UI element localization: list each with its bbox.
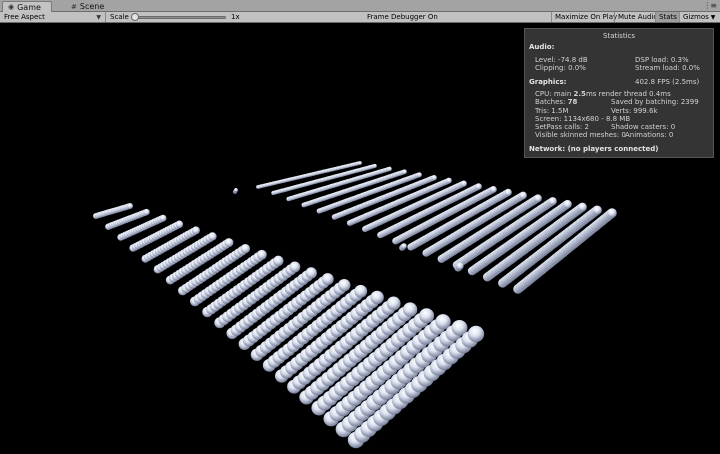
visible-skinned-meshes: Visible skinned meshes: 0 [535, 131, 626, 139]
tab-strip: ◉ Game # Scene ⋮≡ [0, 0, 720, 12]
tab-game[interactable]: ◉ Game [2, 1, 52, 12]
tab-scene-label: Scene [79, 2, 105, 11]
sphere [402, 302, 418, 317]
scale-label: Scale [110, 13, 129, 21]
stats-label: Stats [659, 13, 677, 21]
batches-value: 78 [567, 98, 578, 106]
stream-load: Stream load: 0.0% [635, 64, 700, 72]
stats-button[interactable]: Stats [655, 12, 680, 22]
scene-grid-icon: # [71, 2, 77, 11]
scale-value: 1x [231, 13, 240, 21]
sphere [519, 191, 527, 200]
aspect-dropdown[interactable]: Free Aspect ▼ [0, 12, 106, 22]
sphere [159, 214, 167, 222]
cpu-timing: CPU: main 2.5ms render thread 0.4ms [535, 90, 671, 98]
statistics-panel: Statistics Audio: Level: -74.8 dB Clippi… [524, 28, 714, 158]
setpass-calls: SetPass calls: 2 [535, 123, 589, 131]
sphere [234, 188, 238, 192]
sphere [191, 226, 200, 235]
verts-count: Verts: 999.6k [611, 107, 658, 115]
sphere [402, 169, 407, 175]
sphere [358, 161, 362, 165]
batches-prefix: Batches: [535, 98, 568, 106]
mute-audio-label: Mute Audio [618, 13, 658, 21]
network-status: Network: (no players connected) [529, 145, 659, 153]
sphere [475, 183, 482, 190]
saved-by-batching: Saved by batching: 2399 [611, 98, 699, 106]
sphere [577, 202, 587, 212]
sphere [563, 199, 572, 209]
sphere [548, 197, 557, 206]
sphere [416, 172, 422, 178]
sphere [208, 232, 217, 241]
sphere [504, 188, 512, 197]
audio-header: Audio: [529, 43, 555, 51]
sphere [592, 205, 602, 215]
cpu-prefix: CPU: main [535, 90, 574, 98]
fps-readout: 402.8 FPS (2.5ms) [635, 78, 700, 86]
sphere [467, 325, 485, 343]
sphere [240, 243, 251, 254]
sphere [370, 290, 384, 305]
gizmos-dropdown[interactable]: Gizmos ▼ [679, 12, 718, 22]
maximize-on-play-label: Maximize On Play [555, 13, 618, 21]
sphere [337, 278, 351, 292]
sphere [224, 238, 234, 248]
tab-menu-icon[interactable]: ⋮≡ [703, 1, 717, 10]
tab-game-label: Game [17, 2, 41, 12]
cpu-main-value: 2.5 [573, 90, 586, 98]
aspect-dropdown-label: Free Aspect [4, 13, 45, 21]
tris-count: Tris: 1.5M [535, 107, 569, 115]
sphere [321, 273, 334, 286]
gizmos-label: Gizmos [683, 13, 709, 21]
cpu-suffix: ms render thread 0.4ms [585, 90, 671, 98]
audio-level: Level: -74.8 dB [535, 56, 588, 64]
sphere [354, 284, 368, 298]
sphere [289, 261, 301, 273]
sphere [533, 194, 542, 203]
sphere [489, 186, 497, 193]
sphere [460, 180, 467, 187]
sphere [387, 166, 392, 172]
sphere [431, 174, 437, 181]
sphere [419, 308, 435, 324]
statistics-title: Statistics [603, 32, 635, 40]
sphere [175, 220, 184, 229]
sphere [607, 208, 617, 218]
dsp-load: DSP load: 0.3% [635, 56, 689, 64]
sphere [401, 243, 407, 249]
scale-slider-thumb[interactable] [131, 13, 139, 21]
sphere [305, 267, 317, 279]
graphics-header: Graphics: [529, 78, 567, 86]
game-icon: ◉ [8, 3, 15, 11]
shadow-casters: Shadow casters: 0 [611, 123, 676, 131]
animations-count: Animations: 0 [625, 131, 674, 139]
sphere [386, 296, 401, 311]
sphere [372, 163, 377, 168]
chevron-down-icon: ▼ [710, 13, 716, 21]
sphere [256, 249, 267, 260]
chevron-down-icon: ▼ [96, 13, 101, 21]
sphere [273, 255, 284, 267]
audio-clipping: Clipping: 0.0% [535, 64, 586, 72]
sphere [143, 208, 150, 216]
sphere [445, 177, 452, 184]
batches: Batches: 78 [535, 98, 577, 106]
frame-debugger-status: Frame Debugger On [367, 13, 438, 21]
scale-slider-track[interactable] [136, 16, 226, 19]
game-toolbar: Free Aspect ▼ Scale 1x Frame Debugger On… [0, 12, 720, 23]
screen-info: Screen: 1134x680 - 8.8 MB [535, 115, 631, 123]
tab-scene[interactable]: # Scene [66, 1, 109, 12]
maximize-on-play-button[interactable]: Maximize On Play [551, 12, 620, 22]
sphere [127, 203, 133, 209]
sphere [456, 262, 464, 270]
mute-audio-button[interactable]: Mute Audio [614, 12, 661, 22]
